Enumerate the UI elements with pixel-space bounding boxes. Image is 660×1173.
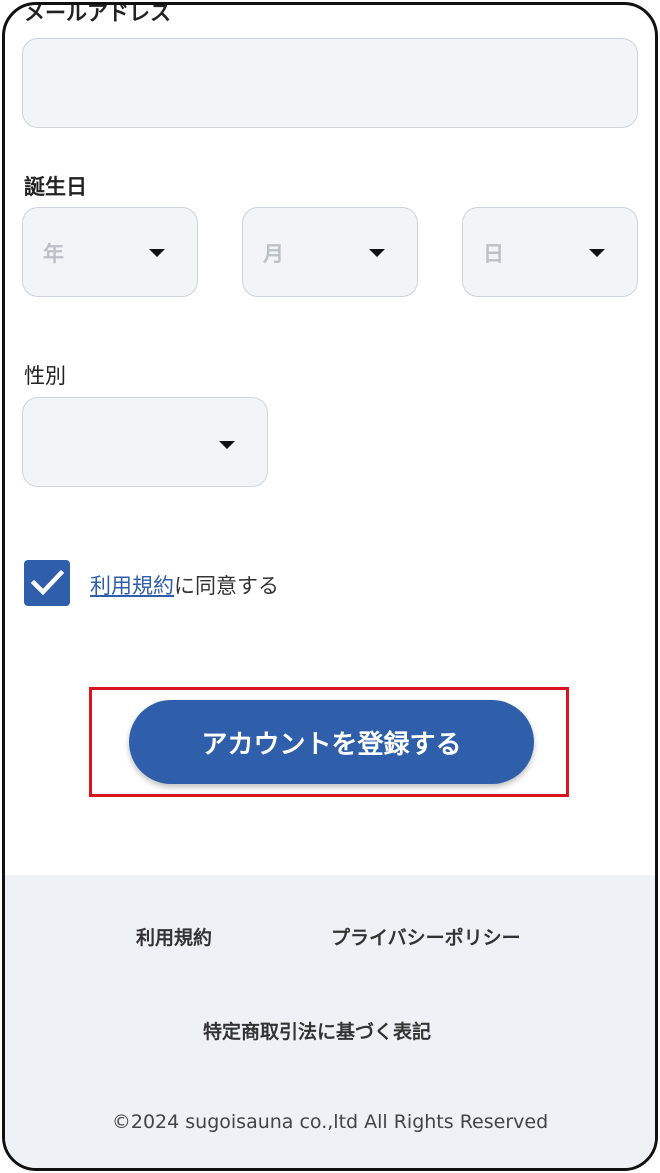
- birth-day-select[interactable]: 日: [462, 207, 638, 297]
- copyright-text: ©2024 sugoisauna co.,ltd All Rights Rese…: [111, 1111, 549, 1133]
- gender-select[interactable]: [22, 397, 268, 487]
- terms-agree-text: 利用規約に同意する: [90, 570, 279, 600]
- caret-down-icon: [369, 249, 385, 257]
- checkmark-icon: [30, 569, 65, 596]
- gender-label: 性別: [24, 364, 66, 388]
- birth-day-placeholder: 日: [483, 242, 504, 266]
- terms-link[interactable]: 利用規約: [90, 574, 174, 598]
- birthday-label: 誕生日: [24, 175, 87, 199]
- phone-frame: メールアドレス 誕生日 年 月 日 性別 利用規約に同意する アカウントを登録す…: [2, 2, 658, 1171]
- footer-privacy-link[interactable]: プライバシーポリシー: [331, 923, 521, 950]
- footer-terms-link[interactable]: 利用規約: [136, 923, 212, 950]
- email-field[interactable]: [22, 38, 638, 128]
- footer-commerce-link[interactable]: 特定商取引法に基づく表記: [203, 1017, 431, 1044]
- caret-down-icon: [219, 441, 235, 449]
- caret-down-icon: [589, 249, 605, 257]
- birth-year-select[interactable]: 年: [22, 207, 198, 297]
- birth-month-select[interactable]: 月: [242, 207, 418, 297]
- birth-year-placeholder: 年: [43, 242, 64, 266]
- footer: 利用規約 プライバシーポリシー 特定商取引法に基づく表記 ©2024 sugoi…: [5, 875, 655, 1168]
- terms-checkbox[interactable]: [24, 560, 70, 606]
- email-label: メールアドレス: [24, 2, 171, 25]
- birth-month-placeholder: 月: [263, 242, 284, 266]
- terms-suffix: に同意する: [174, 574, 279, 598]
- register-account-button[interactable]: アカウントを登録する: [129, 700, 534, 784]
- caret-down-icon: [149, 249, 165, 257]
